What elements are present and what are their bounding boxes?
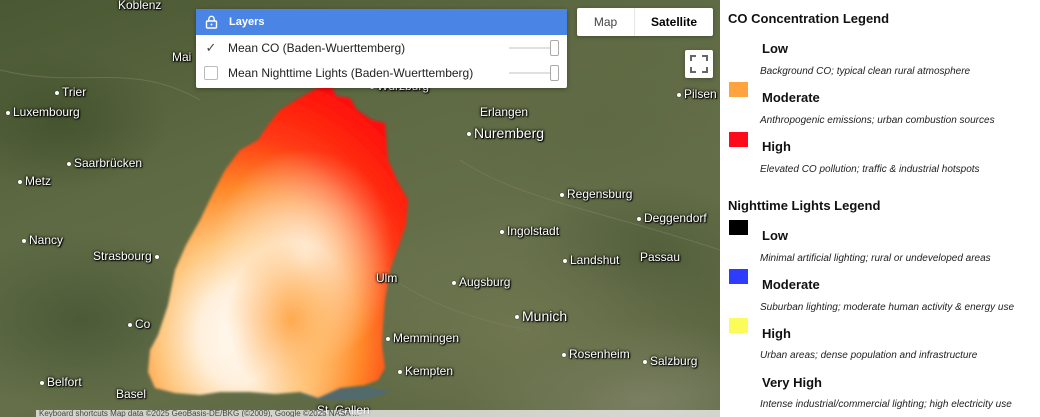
map-label-landshut: Landshut bbox=[563, 253, 619, 267]
lights-low-label: Low bbox=[762, 228, 788, 243]
co-high-label: High bbox=[762, 139, 791, 154]
lights-legend-title: Nighttime Lights Legend bbox=[728, 198, 881, 213]
map-label-augsburg: Augsburg bbox=[452, 275, 510, 289]
city-dot-icon bbox=[637, 216, 641, 221]
lights-veryhigh-swatch bbox=[729, 367, 748, 382]
map-label-memmingen: Memmingen bbox=[386, 331, 459, 345]
co-high-desc: Elevated CO pollution; traffic & industr… bbox=[760, 164, 980, 175]
city-dot-icon bbox=[6, 110, 10, 115]
map-label-ingolstadt: Ingolstadt bbox=[500, 224, 559, 238]
map-label-munich: Munich bbox=[515, 308, 567, 324]
slider-thumb[interactable] bbox=[550, 40, 559, 56]
legend-panel: CO Concentration Legend Low Background C… bbox=[720, 0, 1040, 417]
city-dot-icon bbox=[55, 90, 59, 95]
city-dot-icon bbox=[562, 352, 566, 357]
lights-veryhigh-desc: Intense industrial/commercial lighting; … bbox=[760, 399, 1012, 410]
map-label-deggendorf: Deggendorf bbox=[637, 211, 707, 225]
map-label-nancy: Nancy bbox=[22, 233, 63, 247]
lights-high-swatch bbox=[729, 318, 748, 333]
map-label-regensburg: Regensburg bbox=[560, 187, 632, 201]
map-label-passau: Passau bbox=[640, 250, 681, 264]
lights-high-desc: Urban areas; dense population and infras… bbox=[760, 350, 978, 361]
city-dot-icon bbox=[128, 322, 132, 327]
map-label-koblenz: Koblenz bbox=[118, 0, 162, 12]
lock-icon[interactable] bbox=[205, 15, 218, 29]
checkmark-icon: ✓ bbox=[205, 40, 217, 55]
co-legend-title: CO Concentration Legend bbox=[728, 11, 890, 26]
map-label-luxembourg: Luxembourg bbox=[6, 105, 80, 119]
map-label-basel: Basel bbox=[116, 387, 147, 401]
lights-low-swatch bbox=[729, 220, 748, 235]
map-label-rosenheim: Rosenheim bbox=[562, 347, 630, 361]
map-label-colmar: Co bbox=[128, 317, 150, 331]
layer-checkbox-co[interactable]: ✓ bbox=[204, 41, 218, 55]
lights-high-label: High bbox=[762, 326, 791, 341]
city-dot-icon bbox=[22, 238, 26, 243]
lights-low-desc: Minimal artificial lighting; rural or un… bbox=[760, 253, 991, 264]
city-dot-icon bbox=[386, 336, 390, 341]
layers-panel: Layers ✓ Mean CO (Baden-Wuerttemberg) Me… bbox=[196, 9, 567, 88]
map-label-saarbruecken: Saarbrücken bbox=[67, 156, 142, 170]
city-dot-icon bbox=[560, 192, 564, 197]
layer-row-co[interactable]: ✓ Mean CO (Baden-Wuerttemberg) bbox=[196, 35, 567, 60]
co-moderate-label: Moderate bbox=[762, 90, 820, 105]
city-dot-icon bbox=[18, 179, 22, 184]
satellite-map[interactable]: Koblenz Mai Trier Luxembourg Saarbrücken… bbox=[0, 0, 720, 417]
city-dot-icon bbox=[515, 315, 519, 320]
city-dot-icon bbox=[154, 254, 159, 259]
map-label-belfort: Belfort bbox=[40, 375, 82, 389]
layer-row-lights[interactable]: Mean Nighttime Lights (Baden-Wuerttember… bbox=[196, 60, 567, 85]
co-layer-polygon bbox=[148, 85, 408, 398]
slider-track bbox=[509, 72, 553, 74]
map-label-metz: Metz bbox=[18, 174, 51, 188]
co-low-swatch bbox=[729, 42, 748, 57]
city-dot-icon bbox=[67, 161, 71, 166]
map-type-map-button[interactable]: Map bbox=[577, 8, 635, 36]
map-attribution: Keyboard shortcuts Map data ©2025 GeoBas… bbox=[36, 410, 720, 417]
layers-panel-title: Layers bbox=[229, 16, 265, 28]
fullscreen-button[interactable] bbox=[685, 50, 713, 78]
map-type-satellite-button[interactable]: Satellite bbox=[635, 8, 713, 36]
co-moderate-swatch bbox=[729, 82, 748, 97]
city-dot-icon bbox=[643, 359, 647, 364]
city-dot-icon bbox=[40, 380, 44, 385]
co-high-swatch bbox=[729, 132, 748, 147]
co-moderate-desc: Anthropogenic emissions; urban combustio… bbox=[760, 115, 995, 126]
map-label-mainz: Mai bbox=[172, 50, 192, 64]
city-dot-icon bbox=[398, 369, 402, 374]
map-label-ulm: Ulm bbox=[376, 271, 398, 285]
city-dot-icon bbox=[452, 280, 456, 285]
map-label-pilsen: Pilsen bbox=[677, 87, 717, 101]
slider-track bbox=[509, 47, 553, 49]
co-low-label: Low bbox=[762, 41, 788, 56]
map-label-trier: Trier bbox=[55, 85, 86, 99]
layers-panel-header[interactable]: Layers bbox=[196, 9, 567, 35]
map-type-control: Map Satellite bbox=[577, 8, 713, 36]
layer-checkbox-lights[interactable] bbox=[204, 65, 218, 80]
layer-label-lights: Mean Nighttime Lights (Baden-Wuerttember… bbox=[228, 65, 474, 80]
opacity-slider-co[interactable] bbox=[509, 40, 559, 56]
co-low-desc: Background CO; typical clean rural atmos… bbox=[760, 66, 971, 77]
city-dot-icon bbox=[563, 258, 567, 263]
map-label-nuremberg: Nuremberg bbox=[467, 125, 544, 141]
slider-thumb[interactable] bbox=[550, 65, 559, 81]
fullscreen-icon bbox=[690, 55, 708, 73]
lights-veryhigh-label: Very High bbox=[762, 375, 822, 390]
opacity-slider-lights[interactable] bbox=[509, 65, 559, 81]
map-label-salzburg: Salzburg bbox=[643, 354, 697, 368]
map-label-kempten: Kempten bbox=[398, 364, 453, 378]
map-label-erlangen: Erlangen bbox=[480, 105, 529, 119]
city-dot-icon bbox=[677, 92, 681, 97]
lights-moderate-desc: Suburban lighting; moderate human activi… bbox=[760, 302, 1015, 313]
city-dot-icon bbox=[500, 229, 504, 234]
layer-label-co: Mean CO (Baden-Wuerttemberg) bbox=[228, 40, 406, 55]
lights-moderate-swatch bbox=[729, 269, 748, 284]
lights-moderate-label: Moderate bbox=[762, 277, 820, 292]
city-dot-icon bbox=[467, 132, 471, 137]
map-label-strasbourg: Strasbourg bbox=[93, 249, 159, 263]
